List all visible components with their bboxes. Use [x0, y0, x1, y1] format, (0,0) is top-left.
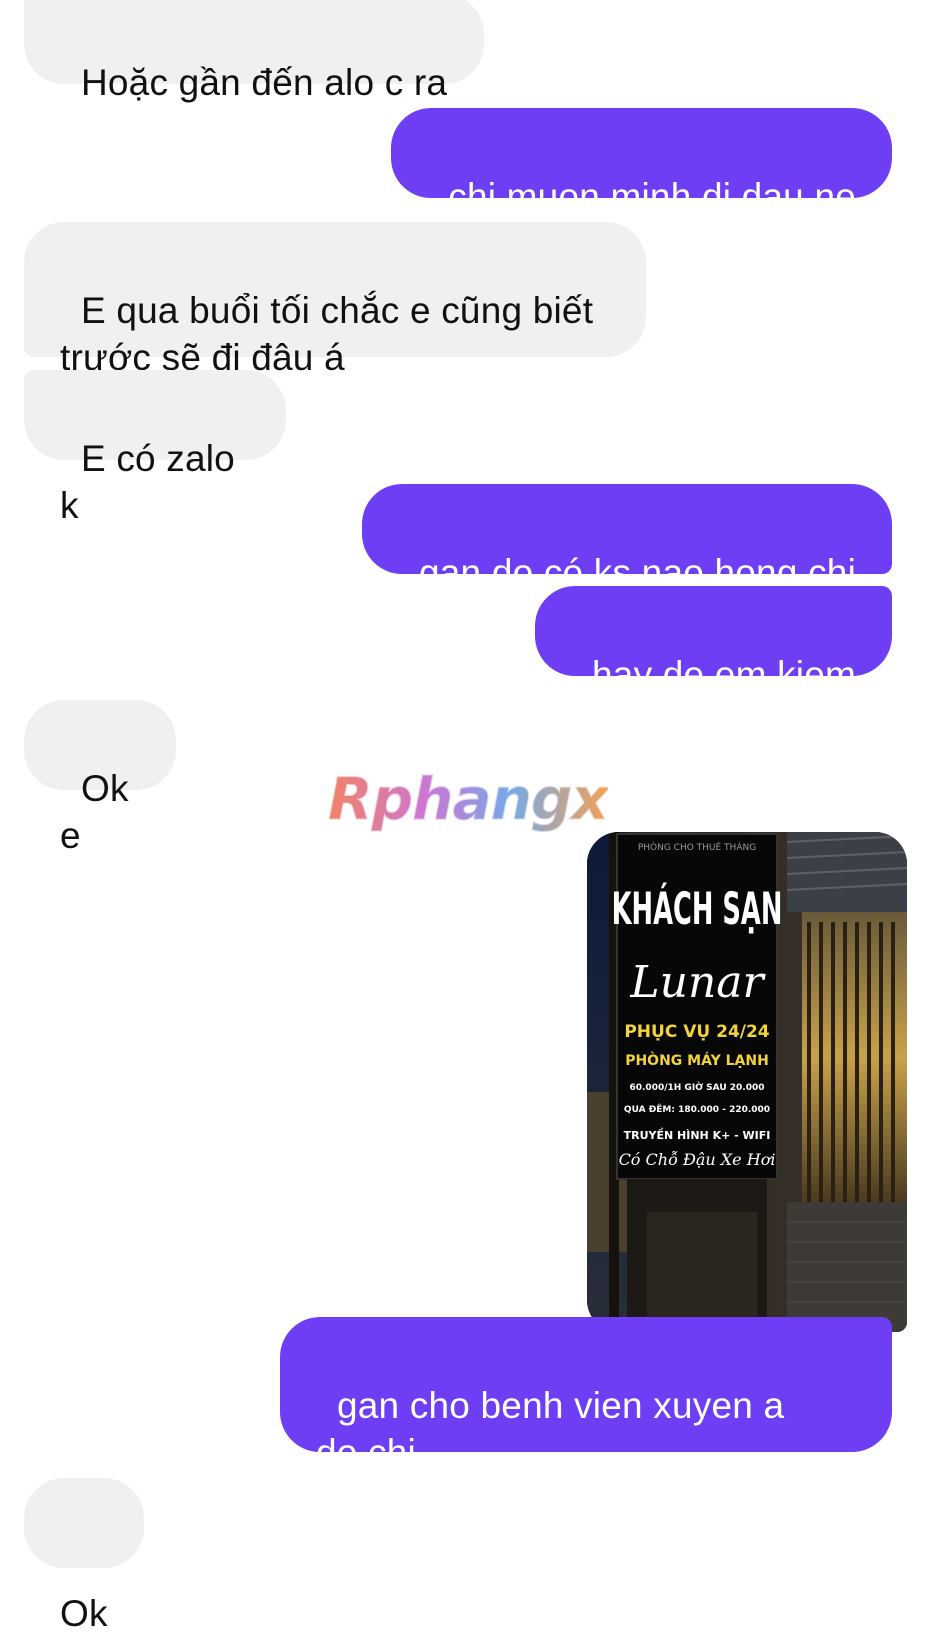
message-text: gan cho benh vien xuyen a do chi — [316, 1385, 785, 1473]
message-text: Hoặc gần đến alo c ra — [80, 62, 448, 103]
outgoing-message-bubble[interactable]: gan do có ks nao hong chi — [362, 484, 892, 593]
sign-amenities: TRUYỀN HÌNH K+ - WIFI — [624, 1128, 771, 1142]
sign-service: PHỤC VỤ 24/24 — [624, 1022, 769, 1042]
sign-title: KHÁCH SẠN — [612, 881, 783, 935]
photo-attachment[interactable]: PHÒNG CHO THUÊ THÁNG KHÁCH SẠN Lunar PHỤ… — [587, 832, 907, 1332]
message-text: Ok e — [60, 768, 140, 856]
message-text: E có zalo k — [60, 438, 246, 526]
sign-ac-rooms: PHÒNG MÁY LẠNH — [625, 1051, 769, 1069]
sign-price-night: QUA ĐÊM: 180.000 - 220.000 — [624, 1103, 770, 1115]
outgoing-message-bubble[interactable]: hay de em kiem — [535, 586, 892, 695]
incoming-message-bubble[interactable]: Ok — [24, 1478, 144, 1634]
message-text: E qua buổi tối chắc e cũng biết trước sẽ… — [60, 290, 594, 378]
outgoing-message-bubble[interactable]: chi muon minh di dau ne — [391, 108, 892, 217]
incoming-message-bubble[interactable]: Ok e — [24, 700, 176, 856]
sign-name: Lunar — [629, 957, 766, 1008]
sign-price-hourly: 60.000/1H GIỜ SAU 20.000 — [629, 1081, 764, 1093]
incoming-message-bubble[interactable]: E qua buổi tối chắc e cũng biết trước sẽ… — [24, 222, 646, 378]
message-text: chi muon minh di dau ne — [448, 176, 856, 217]
message-text: hay de em kiem — [592, 654, 856, 695]
message-text: Ok — [60, 1593, 108, 1634]
watermark-logo: Rphangx — [328, 765, 610, 834]
incoming-message-bubble[interactable]: E có zalo k — [24, 370, 286, 526]
sign-top-strip: PHÒNG CHO THUÊ THÁNG — [638, 841, 756, 853]
hotel-sign-photo: PHÒNG CHO THUÊ THÁNG KHÁCH SẠN Lunar PHỤ… — [587, 832, 907, 1332]
incoming-message-bubble[interactable]: Hoặc gần đến alo c ra — [24, 0, 484, 103]
sign-parking: Có Chỗ Đậu Xe Hơi — [619, 1150, 776, 1169]
outgoing-message-bubble[interactable]: gan cho benh vien xuyen a do chi — [280, 1317, 892, 1473]
